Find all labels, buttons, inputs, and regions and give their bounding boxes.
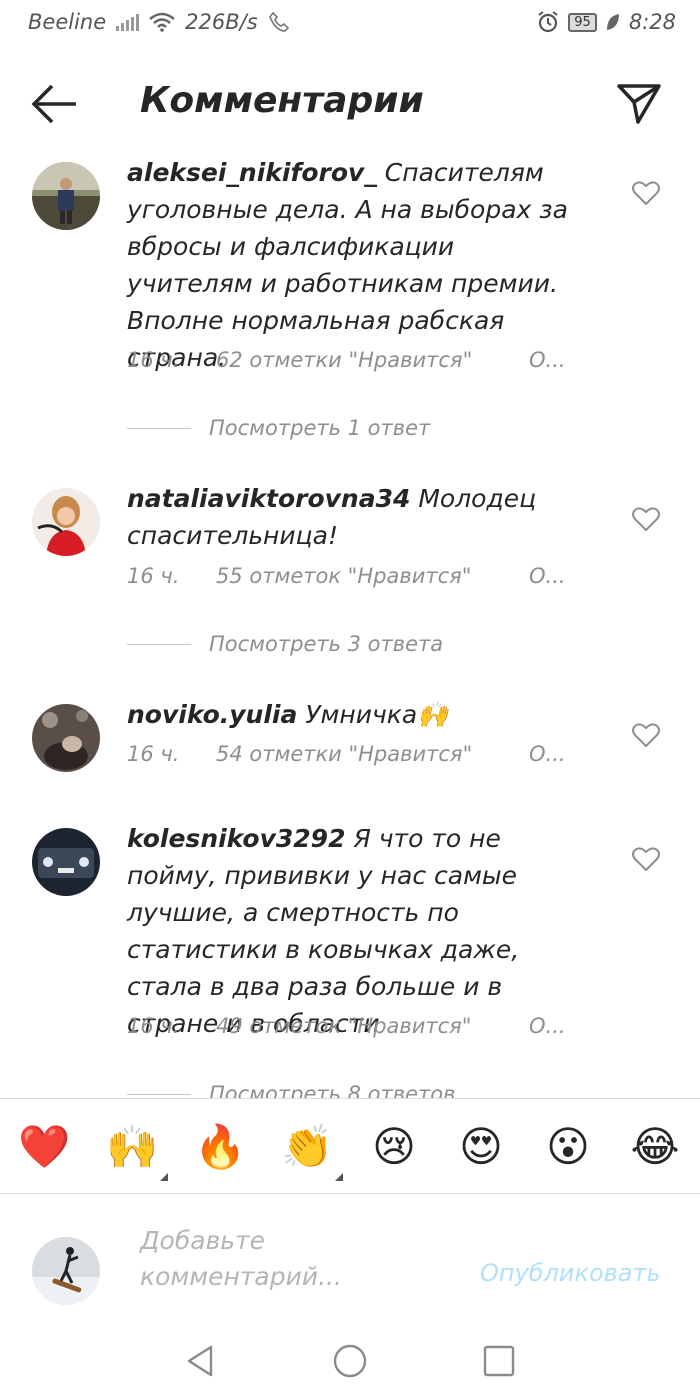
emoji-heart-eyes[interactable]: 😍 [455, 1121, 507, 1173]
view-replies[interactable]: Посмотреть 3 ответа [127, 632, 443, 656]
reply-button[interactable]: О... [529, 564, 566, 588]
divider [127, 1093, 191, 1095]
comment-body: Я что то не пойму, прививки у нас самые … [127, 824, 520, 1038]
emoji-fire[interactable]: 🔥 [194, 1121, 246, 1173]
send-icon[interactable] [616, 80, 662, 126]
comment-text: nataliaviktorovna34 Молодец спасительниц… [127, 480, 587, 554]
reply-button[interactable]: О... [529, 348, 566, 372]
comment-body: Умничка🙌 [305, 700, 449, 729]
comment-likes[interactable]: 54 отметки "Нравится" [216, 742, 529, 766]
emoji-clapping[interactable]: 👏 [281, 1121, 343, 1181]
comment-composer: Добавьте комментарий... Опубликовать [0, 1193, 700, 1323]
emoji-surprised[interactable]: 😮 [542, 1121, 594, 1173]
nav-home-icon[interactable] [332, 1343, 368, 1379]
heart-outline-icon[interactable] [632, 722, 660, 748]
emoji-raised-hands-glyph: 🙌 [106, 1122, 159, 1171]
comment-time: 16 ч. [127, 564, 180, 588]
view-replies[interactable]: Посмотреть 1 ответ [127, 416, 430, 440]
avatar[interactable] [32, 488, 100, 556]
wifi-icon [149, 12, 175, 32]
comment-likes[interactable]: 62 отметки "Нравится" [216, 348, 529, 372]
emoji-clapping-glyph: 👏 [281, 1122, 334, 1171]
comment-text: aleksei_nikiforov_ Спасителям уголовные … [127, 154, 587, 376]
view-replies-label[interactable]: Посмотреть 1 ответ [209, 416, 430, 440]
heart-outline-icon[interactable] [632, 180, 660, 206]
leaf-icon [606, 14, 619, 30]
emoji-bar: ❤️ 🙌 🔥 👏 😢 😍 😮 😂 [0, 1098, 700, 1194]
nav-back-icon[interactable] [183, 1343, 219, 1379]
carrier-name: Beeline [28, 10, 107, 34]
comment-body: Спасителям уголовные дела. А на выборах … [127, 158, 568, 372]
comment-username[interactable]: noviko.yulia [127, 700, 297, 729]
signal-icon [116, 13, 140, 31]
comments-list[interactable]: aleksei_nikiforov_ Спасителям уголовные … [0, 150, 700, 1098]
comments-header: Комментарии [0, 60, 700, 150]
comment-username[interactable]: aleksei_nikiforov_ [127, 158, 377, 187]
comment-time: 16 ч. [127, 1014, 180, 1038]
comment-text: kolesnikov3292 Я что то не пойму, привив… [127, 820, 587, 1042]
divider [127, 427, 191, 429]
avatar[interactable] [32, 828, 100, 896]
variant-indicator-icon [160, 1173, 168, 1181]
comment-likes[interactable]: 55 отметок "Нравится" [216, 564, 529, 588]
comment-input[interactable]: Добавьте комментарий... [140, 1223, 440, 1295]
back-arrow-icon[interactable] [30, 82, 80, 126]
nav-recents-icon[interactable] [481, 1343, 517, 1379]
view-replies[interactable]: Посмотреть 8 ответов [127, 1082, 456, 1098]
emoji-crying[interactable]: 😢 [368, 1121, 420, 1173]
comment-time: 16 ч. [127, 348, 180, 372]
phone-call-icon [268, 11, 289, 32]
page-title: Комментарии [140, 80, 424, 121]
comment-meta: 16 ч. 62 отметки "Нравится" О... [127, 348, 566, 372]
comment-meta: 16 ч. 54 отметки "Нравится" О... [127, 742, 566, 766]
reply-button[interactable]: О... [529, 1014, 566, 1038]
status-bar: Beeline 226B/s 95 8:28 [0, 0, 700, 50]
comment-text: noviko.yulia Умничка🙌 [127, 696, 587, 733]
publish-button[interactable]: Опубликовать [480, 1259, 661, 1287]
emoji-tears-of-joy[interactable]: 😂 [629, 1121, 681, 1173]
emoji-red-heart[interactable]: ❤️ [18, 1121, 70, 1173]
avatar[interactable] [32, 162, 100, 230]
comment-meta: 16 ч. 55 отметок "Нравится" О... [127, 564, 566, 588]
battery-indicator: 95 [568, 12, 597, 32]
network-speed: 226B/s [185, 10, 258, 34]
avatar[interactable] [32, 704, 100, 772]
heart-outline-icon[interactable] [632, 506, 660, 532]
comment-meta: 16 ч. 49 отметок "Нравится" О... [127, 1014, 566, 1038]
divider [127, 643, 191, 645]
comment-username[interactable]: nataliaviktorovna34 [127, 484, 410, 513]
comment-likes[interactable]: 49 отметок "Нравится" [216, 1014, 529, 1038]
user-avatar [32, 1237, 100, 1305]
emoji-raised-hands[interactable]: 🙌 [106, 1121, 168, 1181]
view-replies-label[interactable]: Посмотреть 8 ответов [209, 1082, 456, 1098]
heart-outline-icon[interactable] [632, 846, 660, 872]
comment-username[interactable]: kolesnikov3292 [127, 824, 345, 853]
reply-button[interactable]: О... [529, 742, 566, 766]
variant-indicator-icon [335, 1173, 343, 1181]
comment-time: 16 ч. [127, 742, 180, 766]
view-replies-label[interactable]: Посмотреть 3 ответа [209, 632, 443, 656]
clock: 8:28 [628, 10, 676, 34]
system-navigation-bar [0, 1325, 700, 1400]
alarm-icon [538, 11, 558, 33]
